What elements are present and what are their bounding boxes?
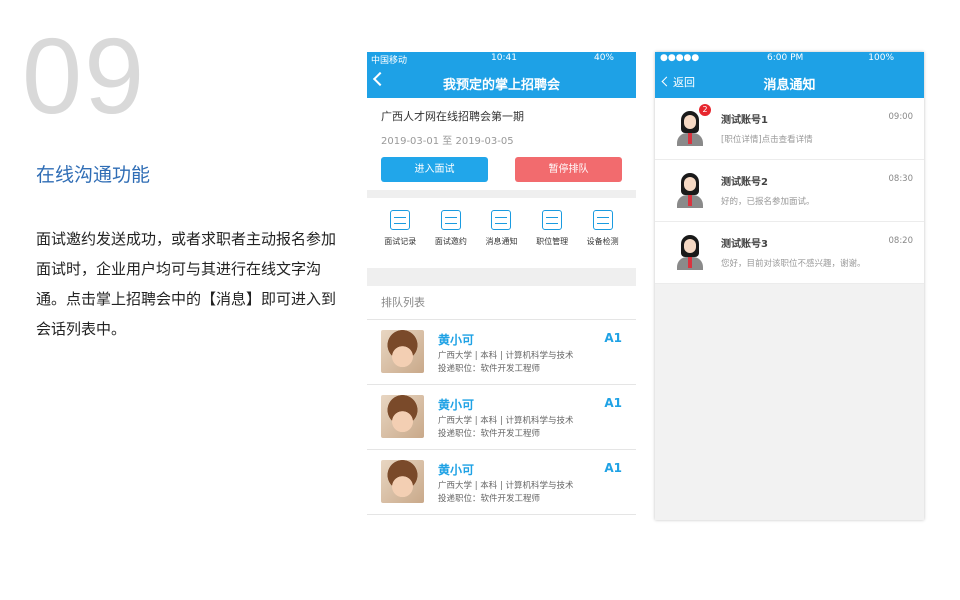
nav-bar: 我预定的掌上招聘会: [367, 66, 636, 98]
candidate-row[interactable]: 黄小可 广西大学 | 本科 | 计算机科学与技术 投递职位：软件开发工程师 A1: [367, 320, 636, 385]
menu-label: 面试邀约: [434, 237, 467, 246]
avatar: [673, 110, 707, 148]
message-sender: 测试账号3: [721, 239, 768, 250]
battery-level: 100%: [868, 53, 894, 63]
avatar: [673, 234, 707, 272]
status-bar: ●●●●● 6:00 PM 100%: [655, 52, 924, 66]
nav-bar: 返回 消息通知: [655, 66, 924, 98]
menu-item-job-manage[interactable]: 职位管理: [527, 210, 578, 268]
divider: [367, 190, 636, 198]
function-menu: 面试记录 面试邀约 消息通知 职位管理 设备检测: [367, 198, 636, 268]
candidate-photo: [381, 330, 424, 373]
message-preview: 好的，已报名参加面试。: [721, 197, 815, 207]
message-preview: 您好，目前对该职位不感兴趣，谢谢。: [721, 259, 866, 269]
menu-item-interview-record[interactable]: 面试记录: [375, 210, 426, 268]
battery-level: 40%: [593, 53, 614, 63]
menu-item-interview-invite[interactable]: 面试邀约: [426, 210, 477, 268]
candidate-name: 黄小可: [438, 398, 475, 412]
feature-title: 在线沟通功能: [36, 164, 151, 186]
candidate-row[interactable]: 黄小可 广西大学 | 本科 | 计算机科学与技术 投递职位：软件开发工程师 A1: [367, 385, 636, 450]
message-time: 08:30: [888, 174, 914, 184]
menu-label: 设备检测: [586, 237, 619, 246]
message-sender: 测试账号2: [721, 177, 768, 188]
message-item[interactable]: 测试账号2 08:30 好的，已报名参加面试。: [655, 160, 924, 222]
candidate-photo: [381, 395, 424, 438]
unread-badge: 2: [699, 104, 711, 116]
status-time: 6:00 PM: [767, 53, 804, 63]
fair-date: 2019-03-01 至 2019-03-05: [381, 136, 514, 147]
candidate-name: 黄小可: [438, 463, 475, 477]
message-preview: [职位详情]点击查看详情: [721, 135, 813, 145]
interview-invite-icon: [440, 210, 461, 230]
menu-item-device-check[interactable]: 设备检测: [577, 210, 628, 268]
pause-queue-button[interactable]: 暂停排队: [515, 157, 622, 182]
queue-list-title: 排队列表: [367, 286, 636, 320]
menu-label: 消息通知: [485, 237, 518, 246]
fair-card: 广西人才网在线招聘会第一期 2019-03-01 至 2019-03-05 进入…: [367, 98, 636, 190]
message-list: 2 测试账号1 09:00 [职位详情]点击查看详情 测试账号2 08:30 好…: [655, 98, 924, 284]
queue-code: A1: [604, 461, 622, 475]
feature-description: 面试邀约发送成功，或者求职者主动报名参加面试时，企业用户均可与其进行在线文字沟通…: [36, 230, 337, 338]
message-time: 08:20: [888, 236, 914, 246]
candidate-position: 投递职位：软件开发工程师: [438, 494, 541, 504]
enter-interview-button[interactable]: 进入面试: [381, 157, 488, 182]
status-time: 10:41: [491, 53, 517, 63]
job-manage-icon: [542, 210, 563, 230]
message-time: 09:00: [888, 112, 914, 122]
message-item[interactable]: 2 测试账号1 09:00 [职位详情]点击查看详情: [655, 98, 924, 160]
candidate-school: 广西大学 | 本科 | 计算机科学与技术: [438, 481, 574, 491]
candidate-photo: [381, 460, 424, 503]
candidate-school: 广西大学 | 本科 | 计算机科学与技术: [438, 416, 574, 426]
queue-code: A1: [604, 331, 622, 345]
candidate-row[interactable]: 黄小可 广西大学 | 本科 | 计算机科学与技术 投递职位：软件开发工程师 A1: [367, 450, 636, 515]
candidate-school: 广西大学 | 本科 | 计算机科学与技术: [438, 351, 574, 361]
queue-code: A1: [604, 396, 622, 410]
message-icon: [491, 210, 512, 230]
candidate-position: 投递职位：软件开发工程师: [438, 429, 541, 439]
signal-icon: ●●●●●: [660, 53, 700, 63]
candidate-name: 黄小可: [438, 333, 475, 347]
phone-fair-screen: 中国移动 10:41 40% 我预定的掌上招聘会 广西人才网在线招聘会第一期 2…: [367, 52, 636, 522]
page-title: 消息通知: [763, 78, 816, 93]
message-item[interactable]: 测试账号3 08:20 您好，目前对该职位不感兴趣，谢谢。: [655, 222, 924, 284]
slide-number: 09: [22, 15, 147, 136]
page-title: 我预定的掌上招聘会: [442, 78, 560, 93]
message-sender: 测试账号1: [721, 115, 768, 126]
candidate-position: 投递职位：软件开发工程师: [438, 364, 541, 374]
menu-label: 面试记录: [384, 237, 417, 246]
phone-messages-screen: ●●●●● 6:00 PM 100% 返回 消息通知 2 测试账号1 09:00…: [655, 52, 924, 520]
menu-label: 职位管理: [536, 237, 569, 246]
divider: [367, 268, 636, 286]
device-check-icon: [592, 210, 613, 230]
status-bar: 中国移动 10:41 40%: [367, 52, 636, 66]
carrier-label: 中国移动: [371, 56, 408, 66]
interview-record-icon: [390, 210, 411, 230]
avatar: [673, 172, 707, 210]
fair-name: 广西人才网在线招聘会第一期: [381, 110, 524, 123]
menu-item-messages[interactable]: 消息通知: [476, 210, 527, 268]
